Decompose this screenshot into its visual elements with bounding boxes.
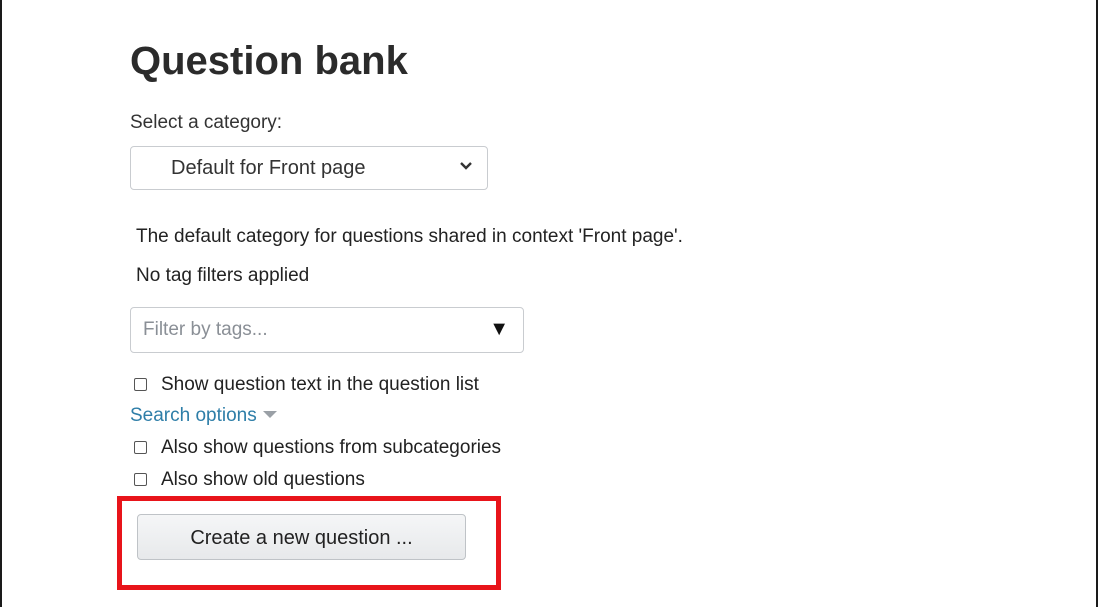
old-questions-row[interactable]: Also show old questions xyxy=(134,469,365,491)
subcategories-label: Also show questions from subcategories xyxy=(161,437,502,458)
dropdown-triangle-icon[interactable]: ▼ xyxy=(489,318,509,341)
category-selected-value: Default for Front page xyxy=(171,157,366,179)
search-options-label: Search options xyxy=(130,405,257,426)
page-title: Question bank xyxy=(130,39,408,83)
old-questions-label: Also show old questions xyxy=(161,469,365,490)
subcategories-row[interactable]: Also show questions from subcategories xyxy=(134,437,501,459)
show-question-text-row[interactable]: Show question text in the question list xyxy=(134,374,479,396)
category-description: The default category for questions share… xyxy=(136,226,683,247)
tag-filter-input[interactable]: Filter by tags... ▼ xyxy=(130,307,524,353)
highlight-box xyxy=(117,496,501,590)
subcategories-checkbox[interactable] xyxy=(134,441,147,454)
tag-filter-status: No tag filters applied xyxy=(136,265,310,286)
show-question-text-label: Show question text in the question list xyxy=(161,374,479,395)
category-select[interactable]: Default for Front page xyxy=(130,146,488,190)
old-questions-checkbox[interactable] xyxy=(134,473,147,486)
tag-filter-placeholder: Filter by tags... xyxy=(143,319,268,340)
search-options-link[interactable]: Search options xyxy=(130,405,277,427)
category-label: Select a category: xyxy=(130,112,283,133)
caret-down-icon xyxy=(262,411,277,418)
chevron-down-icon xyxy=(460,162,472,170)
show-question-text-checkbox[interactable] xyxy=(134,378,147,391)
